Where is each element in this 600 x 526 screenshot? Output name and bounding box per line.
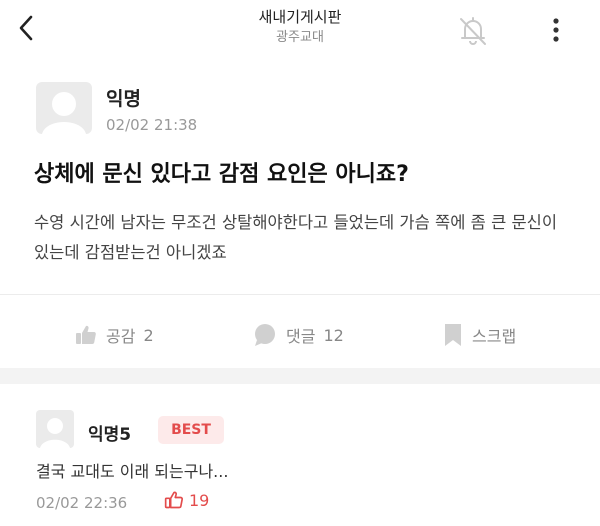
section-separator	[0, 368, 600, 384]
comment-label: 댓글	[286, 327, 316, 346]
comment-like-count: 19	[189, 490, 210, 510]
comment-avatar	[36, 410, 74, 448]
post-author-name: 익명	[106, 88, 141, 110]
best-badge: BEST	[158, 416, 224, 444]
comment-button[interactable]: 댓글 12	[252, 318, 344, 352]
bell-off-icon	[460, 17, 486, 45]
chevron-left-icon	[19, 15, 33, 41]
avatar	[36, 82, 92, 134]
scrap-label: 스크랩	[472, 327, 517, 346]
post-title: 상체에 문신 있다고 감점 요인은 아니죠?	[34, 162, 409, 187]
post-date: 02/02 21:38	[106, 116, 198, 134]
comment-date: 02/02 22:36	[36, 494, 128, 512]
post-body: 수영 시간에 남자는 무조건 상탈해야한다고 들었는데 가슴 쪽에 좀 큰 문신…	[34, 213, 558, 262]
board-title: 새내기게시판	[258, 8, 342, 26]
comment-text: 결국 교대도 이래 되는구나...	[36, 462, 229, 481]
board-subtitle: 광주교대	[276, 30, 324, 45]
back-button[interactable]	[8, 8, 44, 48]
more-options-button[interactable]	[538, 12, 574, 48]
like-label: 공감	[106, 327, 136, 346]
thumbs-up-outline-icon	[164, 491, 184, 509]
board-header: 새내기게시판 광주교대	[200, 6, 400, 48]
comment-author: 익명5	[88, 425, 132, 445]
like-button[interactable]: 공감 2	[74, 318, 154, 352]
default-avatar-icon	[42, 92, 86, 134]
thumbs-up-icon	[76, 325, 96, 344]
comment-count: 12	[323, 325, 344, 345]
scrap-button[interactable]: 스크랩	[442, 318, 516, 352]
bookmark-icon	[445, 324, 461, 346]
comment-like-button[interactable]: 19	[164, 490, 209, 510]
default-avatar-icon	[40, 418, 70, 448]
notification-toggle-button[interactable]	[452, 10, 494, 52]
divider	[0, 294, 600, 295]
comment-bubble-icon	[255, 324, 275, 346]
app-header: 새내기게시판 광주교대	[0, 0, 600, 60]
like-count: 2	[143, 325, 154, 345]
more-vertical-icon	[553, 18, 559, 42]
